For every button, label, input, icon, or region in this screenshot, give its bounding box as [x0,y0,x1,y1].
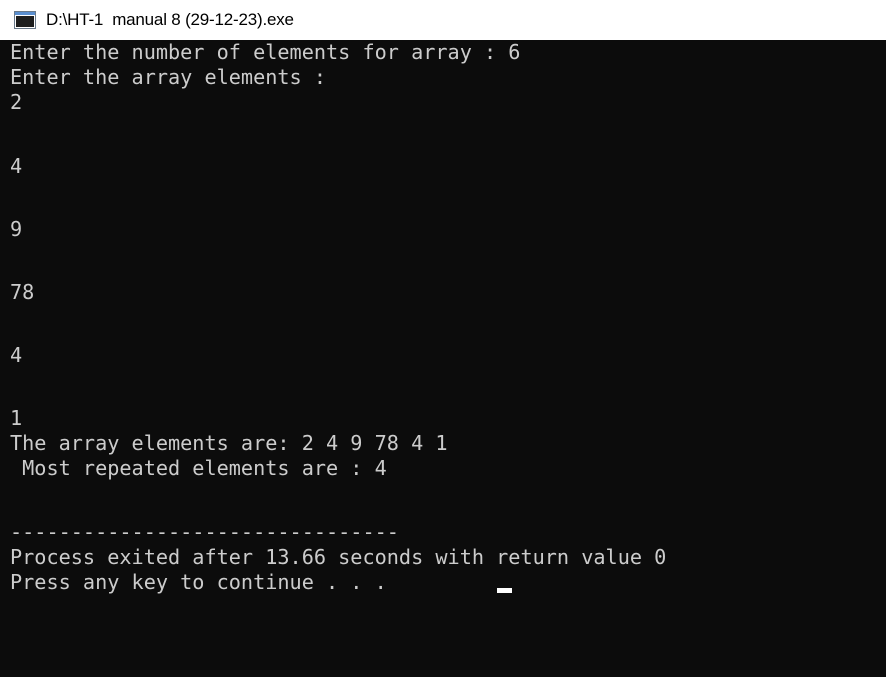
console-line: Enter the array elements : [10,65,327,89]
console-line: 4 [10,343,23,367]
console-line: 9 [10,217,23,241]
console-window: D:\HT-1 manual 8 (29-12-23).exe Enter th… [0,0,886,677]
console-line: Most repeated elements are : 4 [10,456,387,480]
console-line: 78 [10,280,35,304]
title-bar[interactable]: D:\HT-1 manual 8 (29-12-23).exe [0,0,886,40]
console-app-icon [14,11,36,29]
window-title: D:\HT-1 manual 8 (29-12-23).exe [46,10,294,29]
text-cursor [497,588,512,593]
console-output[interactable]: Enter the number of elements for array :… [0,40,886,677]
console-line: Press any key to continue . . . [10,570,399,594]
console-line: 1 [10,406,23,430]
console-line: 4 [10,154,23,178]
console-line: -------------------------------- [10,520,399,544]
console-line: Process exited after 13.66 seconds with … [10,545,667,569]
console-line: 2 [10,90,23,114]
console-line: The array elements are: 2 4 9 78 4 1 [10,431,448,455]
console-line: Enter the number of elements for array :… [10,40,521,64]
